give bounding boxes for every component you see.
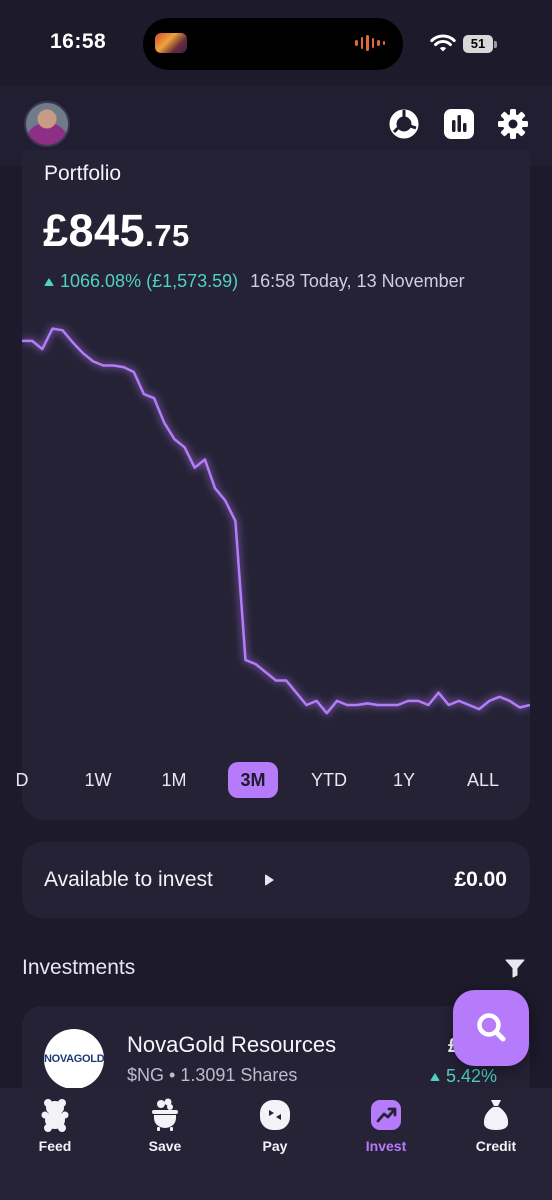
balance-pence: .75 xyxy=(145,218,190,253)
donut-chart-icon[interactable] xyxy=(388,108,420,140)
pay-icon xyxy=(260,1100,290,1130)
battery-indicator: 51 xyxy=(463,35,493,53)
now-playing-artwork xyxy=(155,33,187,53)
tab-label: Credit xyxy=(475,1138,517,1154)
audio-wave-icon xyxy=(355,34,385,52)
time-range-selector: D 1W 1M 3M YTD 1Y ALL xyxy=(16,762,530,800)
tab-label: Pay xyxy=(262,1138,288,1154)
investment-ticker-shares: $NG • 1.3091 Shares xyxy=(127,1065,298,1085)
up-triangle-icon xyxy=(430,1072,440,1081)
battery-tip xyxy=(494,41,497,48)
range-d[interactable]: D xyxy=(10,762,34,798)
range-1y[interactable]: 1Y xyxy=(383,762,425,798)
portfolio-balance: £845.75 xyxy=(43,205,190,257)
range-1w[interactable]: 1W xyxy=(77,762,119,798)
tab-label: Save xyxy=(148,1138,182,1154)
tab-invest[interactable]: Invest xyxy=(331,1098,441,1154)
search-fab-button[interactable] xyxy=(453,990,529,1066)
tab-save[interactable]: Save xyxy=(110,1098,220,1154)
tab-pay[interactable]: Pay xyxy=(220,1098,330,1154)
money-bag-icon xyxy=(483,1100,509,1130)
range-1m[interactable]: 1M xyxy=(153,762,195,798)
portfolio-series-line xyxy=(22,327,530,715)
range-3m[interactable]: 3M xyxy=(228,762,278,798)
investments-title: Investments xyxy=(22,956,136,979)
up-triangle-icon xyxy=(44,277,54,286)
range-all[interactable]: ALL xyxy=(458,762,508,798)
investment-change: 5.42% xyxy=(446,1066,498,1086)
portfolio-line-chart[interactable] xyxy=(22,300,530,750)
tab-feed[interactable]: Feed xyxy=(0,1098,110,1154)
play-arrow-icon[interactable] xyxy=(265,874,274,886)
portfolio-change-row: 1066.08% (£1,573.59) 16:58 Today, 13 Nov… xyxy=(44,271,465,292)
balance-main: £845 xyxy=(43,205,146,256)
gummy-bear-icon xyxy=(41,1099,69,1132)
portfolio-title: Portfolio xyxy=(44,162,122,185)
dynamic-island xyxy=(143,18,403,70)
portfolio-timestamp: 16:58 Today, 13 November xyxy=(250,271,465,291)
novagold-logo: NOVAGOLD xyxy=(44,1029,105,1089)
filter-icon[interactable] xyxy=(505,958,525,978)
gear-icon[interactable] xyxy=(497,108,529,140)
search-icon xyxy=(477,1013,506,1042)
tab-label: Feed xyxy=(38,1138,72,1154)
range-ytd[interactable]: YTD xyxy=(303,762,355,798)
pot-icon xyxy=(152,1098,178,1131)
bar-chart-icon[interactable] xyxy=(443,108,475,140)
invest-icon xyxy=(371,1100,401,1130)
tab-credit[interactable]: Credit xyxy=(441,1098,551,1154)
investment-name: NovaGold Resources xyxy=(127,1032,337,1057)
tab-label: Invest xyxy=(365,1138,407,1154)
profile-avatar[interactable] xyxy=(24,101,70,147)
portfolio-change: 1066.08% (£1,573.59) xyxy=(60,271,239,291)
available-label: Available to invest xyxy=(44,868,213,891)
available-value: £0.00 xyxy=(454,868,507,891)
status-time: 16:58 xyxy=(50,30,107,53)
investment-change-row: 5.42% xyxy=(430,1066,497,1087)
wifi-icon xyxy=(430,34,456,52)
